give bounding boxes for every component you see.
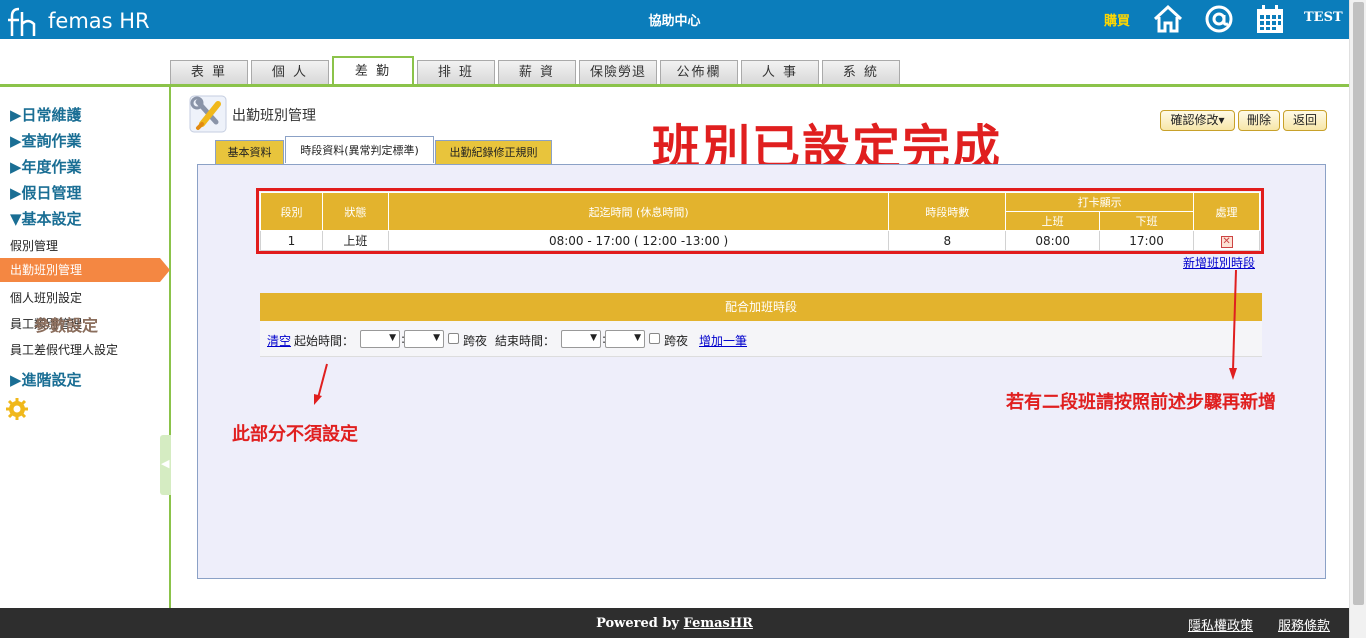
start-overnight-label: 跨夜 bbox=[463, 334, 488, 348]
col-status: 狀態 bbox=[321, 192, 389, 231]
tab-bulletin[interactable]: 公佈欄 bbox=[660, 60, 738, 84]
overtime-header: 配合加班時段 bbox=[260, 293, 1262, 321]
add-shift-segment-link[interactable]: 新增班別時段 bbox=[1183, 254, 1255, 271]
chevron-left-icon: ◀ bbox=[161, 457, 170, 470]
end-hour-select[interactable]: ▼ bbox=[561, 330, 601, 348]
main-tabs: 表 單 個 人 差 勤 排 班 薪 資 保險勞退 公佈欄 人 事 系 統 bbox=[170, 56, 903, 86]
home-icon[interactable] bbox=[1152, 3, 1184, 35]
chevron-down-icon: ▼ bbox=[590, 333, 597, 343]
delete-row-icon[interactable]: ✕ bbox=[1220, 236, 1233, 248]
help-center-link[interactable]: 協助中心 bbox=[0, 10, 1349, 29]
gear-icon bbox=[6, 398, 28, 420]
col-time: 起迄時間 (休息時間) bbox=[387, 192, 890, 231]
sidebar-item-parameters[interactable]: 參數設定 bbox=[34, 312, 98, 336]
sidebar-group-daily[interactable]: ▶日常維護 bbox=[10, 104, 82, 125]
calendar-icon[interactable] bbox=[1254, 3, 1286, 35]
tab-payroll[interactable]: 薪 資 bbox=[498, 60, 576, 84]
cell-time: 08:00 - 17:00 ( 12:00 -13:00 ) bbox=[387, 230, 890, 251]
add-one-link[interactable]: 增加一筆 bbox=[699, 332, 747, 349]
tab-insurance[interactable]: 保險勞退 bbox=[579, 60, 657, 84]
sidebar-collapse-handle[interactable]: ◀ bbox=[160, 435, 171, 495]
sidebar-group-holiday[interactable]: ▶假日管理 bbox=[10, 182, 82, 203]
scrollbar-thumb[interactable] bbox=[1353, 2, 1364, 605]
cell-action: ✕ bbox=[1193, 230, 1260, 251]
vertical-scrollbar[interactable] bbox=[1349, 0, 1366, 638]
subtab-correction-rules[interactable]: 出勤紀錄修正規則 bbox=[435, 140, 552, 164]
subtab-time-segments[interactable]: 時段資料(異常判定標準) bbox=[285, 136, 434, 163]
at-icon[interactable] bbox=[1203, 3, 1235, 35]
powered-by-prefix: Powered by bbox=[596, 616, 684, 631]
cell-seq: 1 bbox=[260, 230, 323, 251]
col-hours: 時段時數 bbox=[888, 192, 1007, 231]
col-card: 打卡顯示 bbox=[1005, 192, 1195, 212]
user-name[interactable]: TEST bbox=[1304, 10, 1343, 25]
confirm-edit-button[interactable]: 確認修改▾ bbox=[1160, 110, 1235, 131]
top-bar: femas HR 協助中心 購買 TEST bbox=[0, 0, 1349, 39]
sidebar-item-leave-agent[interactable]: 員工差假代理人設定 bbox=[10, 341, 118, 358]
end-time-label: 結束時間： bbox=[495, 334, 556, 348]
tab-attendance[interactable]: 差 勤 bbox=[332, 56, 414, 84]
privacy-policy-link[interactable]: 隱私權政策 bbox=[1188, 615, 1253, 634]
sidebar-group-query[interactable]: ▶查詢作業 bbox=[10, 130, 82, 151]
annotation-note-right: 若有二段班請按照前述步驟再新增 bbox=[1006, 392, 1276, 413]
sidebar-item-personal-shift[interactable]: 個人班別設定 bbox=[10, 289, 82, 306]
footer: Powered by FemasHR 隱私權政策 服務條款 bbox=[0, 608, 1349, 638]
tab-forms[interactable]: 表 單 bbox=[170, 60, 248, 84]
col-action: 處理 bbox=[1193, 192, 1260, 231]
subtab-basic-info[interactable]: 基本資料 bbox=[215, 140, 284, 164]
sidebar-group-annual[interactable]: ▶年度作業 bbox=[10, 156, 82, 177]
tab-personal[interactable]: 個 人 bbox=[251, 60, 329, 84]
overtime-row: 清空 起始時間： ▼ : ▼ 跨夜 結束時間： ▼ : ▼ 跨夜 增加一筆 bbox=[260, 321, 1262, 357]
end-overnight-checkbox[interactable] bbox=[649, 333, 660, 344]
col-seq: 段別 bbox=[260, 192, 323, 231]
start-hour-select[interactable]: ▼ bbox=[360, 330, 400, 348]
end-overnight-label: 跨夜 bbox=[664, 334, 689, 348]
col-card-in: 上班 bbox=[1005, 211, 1101, 231]
femashr-link[interactable]: FemasHR bbox=[684, 616, 753, 631]
cell-hours: 8 bbox=[888, 230, 1007, 251]
sidebar-group-advanced[interactable]: ▶進階設定 bbox=[10, 369, 82, 390]
table-row: 1 上班 08:00 - 17:00 ( 12:00 -13:00 ) 8 08… bbox=[260, 230, 1260, 251]
col-card-out: 下班 bbox=[1099, 211, 1195, 231]
end-minute-select[interactable]: ▼ bbox=[605, 330, 645, 348]
sidebar-item-shift-management[interactable]: 出勤班別管理 bbox=[0, 258, 160, 282]
shift-table: 段別 狀態 起迄時間 (休息時間) 時段時數 打卡顯示 處理 上班 下班 1 上… bbox=[260, 192, 1260, 251]
sidebar-item-leave-types[interactable]: 假別管理 bbox=[10, 237, 58, 254]
clear-link[interactable]: 清空 bbox=[267, 332, 291, 349]
start-overnight-checkbox[interactable] bbox=[448, 333, 459, 344]
tab-scheduling[interactable]: 排 班 bbox=[417, 60, 495, 84]
sidebar: ▶日常維護 ▶查詢作業 ▶年度作業 ▶假日管理 ▼基本設定 假別管理 出勤班別管… bbox=[0, 87, 171, 608]
terms-of-service-link[interactable]: 服務條款 bbox=[1278, 615, 1330, 634]
sidebar-group-basic[interactable]: ▼基本設定 bbox=[10, 208, 82, 229]
delete-button[interactable]: 刪除 bbox=[1238, 110, 1280, 131]
cell-status: 上班 bbox=[321, 230, 389, 251]
tab-hr[interactable]: 人 事 bbox=[741, 60, 819, 84]
tools-icon bbox=[189, 95, 227, 133]
cell-card-in: 08:00 bbox=[1005, 230, 1101, 251]
chevron-down-icon: ▼ bbox=[634, 333, 641, 343]
annotation-note-left: 此部分不須設定 bbox=[232, 424, 358, 445]
tab-divider bbox=[0, 84, 1349, 87]
cell-card-out: 17:00 bbox=[1099, 230, 1195, 251]
chevron-down-icon: ▼ bbox=[433, 333, 440, 343]
start-time-label: 起始時間： bbox=[294, 334, 355, 348]
powered-by: Powered by FemasHR bbox=[0, 616, 1349, 631]
chevron-down-icon: ▼ bbox=[389, 333, 396, 343]
tab-system[interactable]: 系 統 bbox=[822, 60, 900, 84]
page-title: 出勤班別管理 bbox=[232, 108, 316, 124]
buy-link[interactable]: 購買 bbox=[1104, 10, 1130, 29]
start-minute-select[interactable]: ▼ bbox=[404, 330, 444, 348]
back-button[interactable]: 返回 bbox=[1283, 110, 1327, 131]
sidebar-active-notch bbox=[160, 258, 170, 282]
